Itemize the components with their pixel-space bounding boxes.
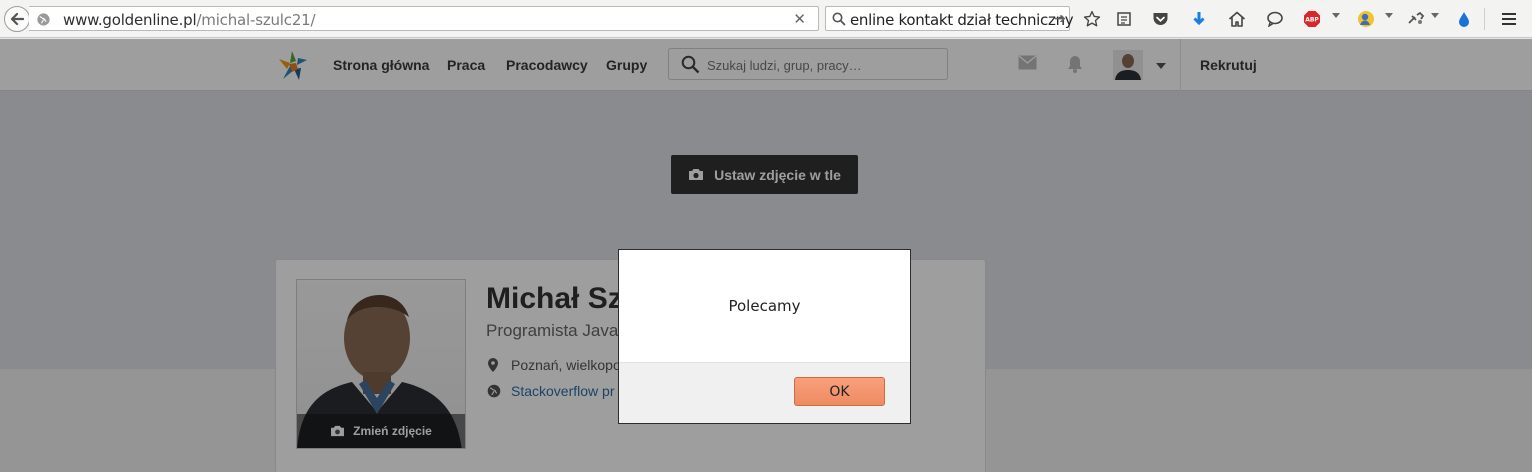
extension-tool-icon[interactable] [1406, 9, 1426, 29]
dialog-footer: OK [619, 362, 910, 423]
toolbar-separator [1484, 8, 1485, 30]
adblock-dropdown-icon[interactable] [1332, 13, 1340, 18]
back-button[interactable] [4, 6, 30, 32]
extension-dropdown-icon[interactable] [1385, 13, 1393, 18]
hamburger-menu-icon[interactable] [1499, 9, 1519, 29]
chat-bubble-icon[interactable] [1265, 9, 1285, 29]
svg-text:ABP: ABP [1305, 17, 1319, 24]
extension-user-icon[interactable] [1356, 9, 1376, 29]
search-icon [832, 12, 846, 26]
home-icon[interactable] [1227, 9, 1247, 29]
dialog-message: Polecamy [728, 297, 801, 315]
browser-search-bar[interactable]: enline kontakt dział techniczny ➔ [825, 6, 1074, 31]
url-bar[interactable]: www.goldenline.pl/michal-szulc21/ ✕ [29, 6, 819, 31]
bookmark-star-icon[interactable] [1082, 9, 1102, 29]
alert-dialog: Polecamy OK [618, 249, 911, 424]
pocket-icon[interactable] [1150, 9, 1170, 29]
download-icon[interactable] [1189, 9, 1209, 29]
back-arrow-icon [10, 12, 24, 26]
url-text[interactable]: www.goldenline.pl/michal-szulc21/ [63, 11, 316, 29]
globe-icon [37, 13, 50, 26]
url-host: www.goldenline.pl [63, 11, 197, 29]
extension-tool-dropdown-icon[interactable] [1431, 13, 1439, 18]
reading-list-icon[interactable] [1114, 9, 1134, 29]
clear-url-icon[interactable]: ✕ [793, 10, 806, 28]
ok-button[interactable]: OK [794, 377, 885, 406]
url-path: /michal-szulc21/ [196, 11, 316, 29]
browser-toolbar: www.goldenline.pl/michal-szulc21/ ✕ enli… [0, 0, 1532, 38]
adblock-icon[interactable]: ABP [1302, 9, 1322, 29]
browser-search-text[interactable]: enline kontakt dział techniczny [850, 11, 1074, 29]
water-drop-icon[interactable] [1454, 9, 1474, 29]
arrow-right-icon[interactable]: ➔ [1054, 10, 1066, 27]
page-content: Strona główna Praca Pracodawcy Grupy R [0, 39, 1532, 472]
